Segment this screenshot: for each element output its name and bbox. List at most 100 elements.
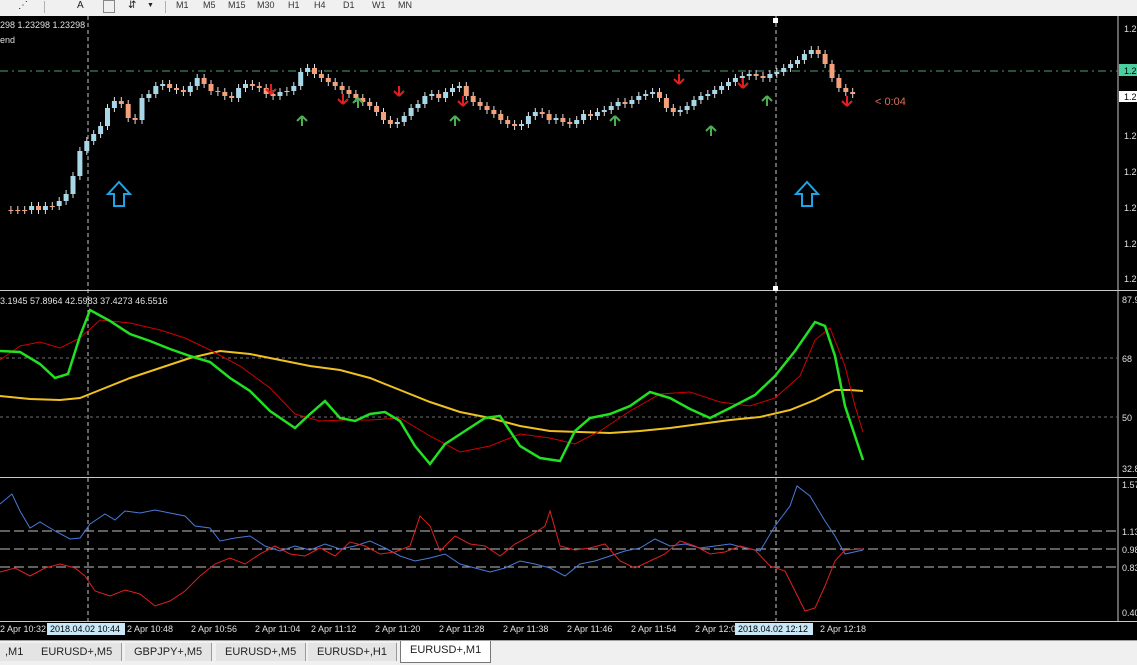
candle-body [684, 106, 690, 110]
candle-body [657, 92, 662, 98]
candle-body [622, 102, 628, 104]
tab-chart-3[interactable]: EURUSD+,M5 [216, 643, 307, 661]
text-label-icon[interactable]: A [77, 0, 84, 14]
crosshair-handle-top [773, 18, 778, 23]
candle-body [650, 92, 656, 94]
candle-body [477, 102, 483, 106]
candle-body [174, 88, 179, 90]
timeframe-w1[interactable]: W1 [369, 0, 389, 14]
chart-canvas[interactable]: 298 1.23298 1.23298 end < 0:04 1.2 1.2 1… [0, 16, 1137, 640]
timeframe-m5[interactable]: M5 [200, 0, 219, 14]
candle-body [588, 114, 593, 116]
candle-body [732, 78, 738, 82]
candle-body [760, 76, 766, 78]
svg-text:1.2: 1.2 [1124, 92, 1137, 102]
tab-chart-0[interactable]: ,M1 [0, 643, 34, 661]
svg-text:1.2: 1.2 [1124, 24, 1137, 34]
chart-tab-bar: ,M1 EURUSD+,M5 GBPJPY+,M5 EURUSD+,M5 EUR… [0, 640, 1137, 665]
candle-body [312, 68, 317, 74]
tab-chart-1[interactable]: EURUSD+,M5 [32, 643, 123, 661]
arrows-icon[interactable]: ⇵ [128, 0, 136, 14]
timeframe-h4[interactable]: H4 [311, 0, 329, 14]
candle-body [429, 94, 435, 96]
line-studies-icon[interactable]: ⋰ [18, 0, 28, 14]
svg-text:2 Apr 10:48: 2 Apr 10:48 [127, 624, 173, 634]
candle-body [22, 210, 28, 211]
svg-text:2 Apr 11:04: 2 Apr 11:04 [255, 624, 300, 634]
oscillator-panel-2 [0, 479, 1118, 621]
candle-body [332, 82, 338, 86]
timeframe-m1[interactable]: M1 [173, 0, 192, 14]
oscillator-panel-1 [0, 292, 1118, 476]
candle-body [367, 102, 373, 106]
svg-text:1.13: 1.13 [1122, 527, 1137, 537]
candle-body [36, 206, 41, 210]
candle-body [125, 104, 131, 118]
timeframe-d1[interactable]: D1 [340, 0, 358, 14]
svg-text:50: 50 [1122, 413, 1132, 423]
candle-body [381, 112, 386, 120]
candle-body [705, 94, 711, 96]
candle-body [767, 74, 773, 78]
candle-body [774, 72, 780, 74]
main-chart-panel [0, 16, 1118, 289]
chart-window[interactable]: 298 1.23298 1.23298 end < 0:04 1.2 1.2 1… [0, 16, 1137, 640]
chevron-down-icon[interactable]: ▼ [147, 0, 154, 14]
candle-body [180, 90, 186, 92]
candle-body [91, 134, 97, 141]
candle-body [77, 151, 83, 176]
svg-text:2 Apr 11:12: 2 Apr 11:12 [311, 624, 356, 634]
timeframe-h1[interactable]: H1 [285, 0, 303, 14]
candle-body [546, 114, 552, 120]
crosshair-handle-bottom [773, 286, 778, 291]
candle-body [408, 108, 414, 116]
svg-text:1.2: 1.2 [1124, 131, 1137, 141]
candle-body [98, 126, 104, 134]
candle-body [781, 68, 787, 72]
candle-body [698, 96, 704, 100]
candle-body [63, 194, 69, 201]
candle-body [629, 100, 635, 104]
candle-body [822, 54, 828, 64]
candle-body [153, 86, 159, 94]
tab-chart-4[interactable]: EURUSD+,H1 [308, 643, 397, 661]
candle-body [815, 50, 821, 54]
toolbar: ⋰ A ⇵ ▼ M1 M5 M15 M30 H1 H4 D1 W1 MN [0, 0, 1137, 17]
osc1-axis: 87.9 68 50 32.8 [1122, 295, 1137, 474]
svg-text:0.83: 0.83 [1122, 563, 1137, 573]
candle-body [601, 110, 607, 112]
timeframe-m30[interactable]: M30 [254, 0, 278, 14]
candle-body [56, 201, 62, 206]
candle-body [167, 84, 173, 88]
oscillator-values: 3.1945 57.8964 42.5983 37.4273 46.5516 [0, 296, 168, 306]
candle-body [29, 206, 35, 210]
candle-body [318, 74, 324, 78]
candle-body [249, 84, 255, 86]
candle-body [512, 124, 518, 126]
candle-body [70, 176, 76, 194]
svg-text:68: 68 [1122, 354, 1132, 364]
candle-body [256, 86, 262, 88]
svg-text:0.98: 0.98 [1122, 545, 1137, 555]
candle-body [719, 86, 725, 90]
svg-text:2 Apr 11:20: 2 Apr 11:20 [375, 624, 420, 634]
candle-body [298, 72, 304, 86]
svg-text:2 Apr 11:28: 2 Apr 11:28 [439, 624, 484, 634]
svg-text:2 Apr 10:32: 2 Apr 10:32 [0, 624, 46, 634]
candle-body [187, 86, 193, 92]
timeframe-mn[interactable]: MN [395, 0, 415, 14]
candle-body [325, 78, 331, 82]
timeframe-m15[interactable]: M15 [225, 0, 249, 14]
candle-body [470, 96, 476, 102]
label-box-icon[interactable] [103, 0, 115, 13]
candle-body [84, 141, 90, 151]
svg-text:2018.04.02 10:44: 2018.04.02 10:44 [50, 624, 120, 634]
tab-chart-2[interactable]: GBPJPY+,M5 [125, 643, 213, 661]
candle-body [8, 210, 14, 211]
tab-chart-5-active[interactable]: EURUSD+,M1 [400, 641, 492, 663]
candle-body [532, 112, 538, 116]
candle-body [229, 96, 235, 98]
candle-body [236, 88, 242, 98]
candle-body [305, 68, 311, 72]
candle-body [215, 91, 221, 92]
